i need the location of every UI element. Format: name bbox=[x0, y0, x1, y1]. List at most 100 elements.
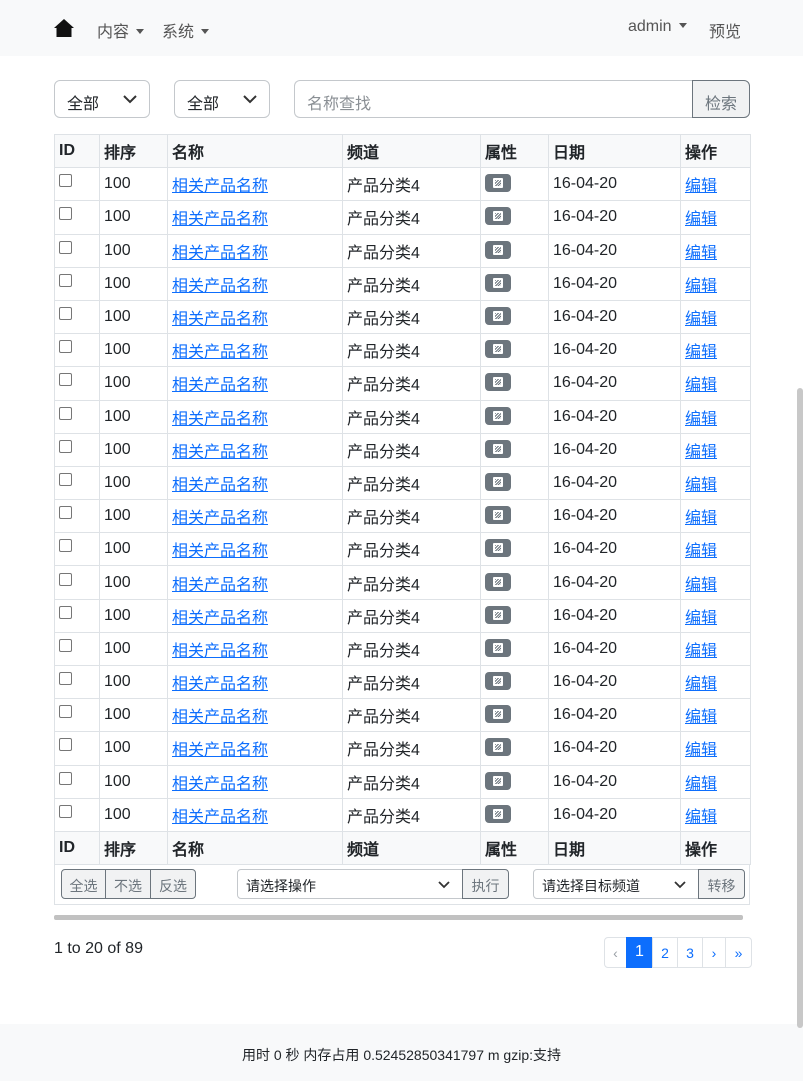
row-name-link[interactable]: 相关产品名称 bbox=[172, 809, 268, 826]
row-date: 16-04-20 bbox=[548, 399, 681, 434]
row-edit-link[interactable]: 编辑 bbox=[685, 211, 717, 228]
row-action-cell: 编辑 bbox=[680, 432, 751, 467]
channel-select[interactable]: 请选择目标频道 bbox=[533, 869, 699, 899]
search-button[interactable]: 检索 bbox=[692, 80, 750, 118]
row-action-cell: 编辑 bbox=[680, 797, 751, 832]
row-checkbox[interactable] bbox=[59, 273, 72, 287]
row-name-link[interactable]: 相关产品名称 bbox=[172, 776, 268, 793]
row-edit-link[interactable]: 编辑 bbox=[685, 742, 717, 759]
row-edit-link[interactable]: 编辑 bbox=[685, 577, 717, 594]
home-icon[interactable] bbox=[53, 17, 75, 39]
page-last-button[interactable]: » bbox=[725, 937, 752, 968]
row-checkbox[interactable] bbox=[59, 539, 72, 553]
row-checkbox[interactable] bbox=[59, 373, 72, 387]
invert-selection-button[interactable]: 反选 bbox=[150, 869, 196, 899]
row-checkbox[interactable] bbox=[59, 406, 72, 420]
row-checkbox[interactable] bbox=[59, 605, 72, 619]
row-checkbox[interactable] bbox=[59, 804, 72, 818]
row-name-link[interactable]: 相关产品名称 bbox=[172, 444, 268, 461]
filter-select-2[interactable]: 全部 bbox=[174, 80, 270, 118]
action-select[interactable]: 请选择操作 bbox=[237, 869, 463, 899]
row-checkbox[interactable] bbox=[59, 506, 72, 520]
row-name-link[interactable]: 相关产品名称 bbox=[172, 278, 268, 295]
page-link-1[interactable]: 1 bbox=[626, 937, 653, 968]
row-name-link[interactable]: 相关产品名称 bbox=[172, 676, 268, 693]
row-edit-link[interactable]: 编辑 bbox=[685, 543, 717, 560]
select-none-button[interactable]: 不选 bbox=[105, 869, 151, 899]
row-channel: 产品分类4 bbox=[342, 399, 481, 434]
header-sort: 排序 bbox=[99, 133, 168, 169]
row-edit-link[interactable]: 编辑 bbox=[685, 344, 717, 361]
row-sort: 100 bbox=[99, 532, 168, 567]
row-edit-link[interactable]: 编辑 bbox=[685, 510, 717, 527]
row-edit-link[interactable]: 编辑 bbox=[685, 643, 717, 660]
nav-user-menu[interactable]: admin bbox=[628, 18, 687, 36]
row-action-cell: 编辑 bbox=[680, 698, 751, 733]
row-name-link[interactable]: 相关产品名称 bbox=[172, 311, 268, 328]
nav-system-menu[interactable]: 系统 bbox=[162, 18, 210, 42]
row-checkbox[interactable] bbox=[59, 705, 72, 719]
page-link-2[interactable]: 2 bbox=[652, 937, 678, 968]
row-name-link[interactable]: 相关产品名称 bbox=[172, 245, 268, 262]
row-name-link[interactable]: 相关产品名称 bbox=[172, 543, 268, 560]
row-checkbox[interactable] bbox=[59, 738, 72, 752]
row-edit-link[interactable]: 编辑 bbox=[685, 776, 717, 793]
row-checkbox[interactable] bbox=[59, 472, 72, 486]
select-all-button[interactable]: 全选 bbox=[61, 869, 106, 899]
row-edit-link[interactable]: 编辑 bbox=[685, 709, 717, 726]
horizontal-scrollbar[interactable] bbox=[54, 915, 743, 920]
row-edit-link[interactable]: 编辑 bbox=[685, 411, 717, 428]
row-name-link[interactable]: 相关产品名称 bbox=[172, 643, 268, 660]
row-edit-link[interactable]: 编辑 bbox=[685, 477, 717, 494]
row-name-link[interactable]: 相关产品名称 bbox=[172, 344, 268, 361]
row-checkbox[interactable] bbox=[59, 771, 72, 785]
row-channel: 产品分类4 bbox=[342, 499, 481, 534]
execute-button[interactable]: 执行 bbox=[462, 869, 509, 899]
row-name-link[interactable]: 相关产品名称 bbox=[172, 178, 268, 195]
row-name-link[interactable]: 相关产品名称 bbox=[172, 510, 268, 527]
vertical-scrollbar[interactable] bbox=[797, 388, 803, 1028]
row-edit-link[interactable]: 编辑 bbox=[685, 245, 717, 262]
row-checkbox[interactable] bbox=[59, 174, 72, 188]
filter-select-1[interactable]: 全部 bbox=[54, 80, 150, 118]
row-edit-link[interactable]: 编辑 bbox=[685, 444, 717, 461]
row-date: 16-04-20 bbox=[548, 664, 681, 700]
row-sort: 100 bbox=[99, 266, 168, 301]
row-name-link[interactable]: 相关产品名称 bbox=[172, 577, 268, 594]
row-checkbox[interactable] bbox=[59, 638, 72, 652]
row-name-link[interactable]: 相关产品名称 bbox=[172, 411, 268, 428]
row-sort: 100 bbox=[99, 631, 168, 667]
table-row: 100 相关产品名称 产品分类4 16-04-20 编辑 bbox=[54, 764, 751, 799]
row-edit-link[interactable]: 编辑 bbox=[685, 610, 717, 627]
nav-preview-link[interactable]: 预览 bbox=[709, 18, 741, 42]
row-date: 16-04-20 bbox=[548, 299, 681, 335]
row-edit-link[interactable]: 编辑 bbox=[685, 377, 717, 394]
row-checkbox[interactable] bbox=[59, 207, 72, 221]
row-name-cell: 相关产品名称 bbox=[167, 233, 343, 268]
row-name-link[interactable]: 相关产品名称 bbox=[172, 742, 268, 759]
row-name-link[interactable]: 相关产品名称 bbox=[172, 610, 268, 627]
row-checkbox[interactable] bbox=[59, 240, 72, 254]
page-link-3[interactable]: 3 bbox=[677, 937, 703, 968]
nav-content-menu[interactable]: 内容 bbox=[97, 18, 145, 42]
page-prev-button[interactable]: ‹ bbox=[604, 937, 627, 968]
row-edit-link[interactable]: 编辑 bbox=[685, 178, 717, 195]
row-checkbox[interactable] bbox=[59, 307, 72, 321]
row-checkbox[interactable] bbox=[59, 340, 72, 354]
row-checkbox[interactable] bbox=[59, 439, 72, 453]
row-edit-link[interactable]: 编辑 bbox=[685, 278, 717, 295]
row-name-link[interactable]: 相关产品名称 bbox=[172, 709, 268, 726]
row-edit-link[interactable]: 编辑 bbox=[685, 676, 717, 693]
row-edit-link[interactable]: 编辑 bbox=[685, 809, 717, 826]
row-select-cell bbox=[54, 299, 100, 335]
row-name-link[interactable]: 相关产品名称 bbox=[172, 211, 268, 228]
page-next-button[interactable]: › bbox=[702, 937, 726, 968]
row-edit-link[interactable]: 编辑 bbox=[685, 311, 717, 328]
row-name-link[interactable]: 相关产品名称 bbox=[172, 377, 268, 394]
row-checkbox[interactable] bbox=[59, 672, 72, 686]
row-checkbox[interactable] bbox=[59, 572, 72, 586]
row-name-link[interactable]: 相关产品名称 bbox=[172, 477, 268, 494]
table-row: 100 相关产品名称 产品分类4 16-04-20 编辑 bbox=[54, 167, 751, 202]
search-input[interactable]: 名称查找 bbox=[294, 80, 693, 118]
move-button[interactable]: 转移 bbox=[698, 869, 745, 899]
